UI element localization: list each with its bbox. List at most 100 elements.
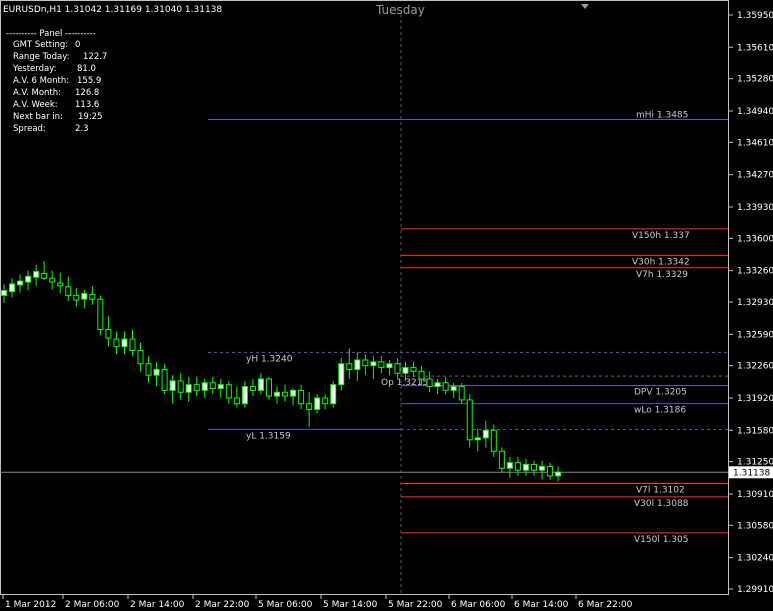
y-tick-label: 1.32590 — [737, 330, 773, 340]
candle-body — [274, 391, 281, 397]
y-tick-label: 1.34270 — [737, 171, 773, 181]
panel-row-yesterday: Yesterday: 81.0 — [13, 64, 96, 74]
candle-body — [161, 368, 168, 391]
candle-body — [306, 403, 313, 410]
candle-body — [330, 384, 337, 405]
candle-body — [555, 471, 562, 477]
panel-value: 155.9 — [77, 76, 102, 86]
candle-body — [185, 384, 192, 393]
panel-title: ---------- Panel ---------- — [6, 29, 96, 39]
x-tick-label: 6 Mar 14:00 — [514, 600, 569, 610]
candle-body — [257, 378, 264, 391]
x-tick-label: 5 Mar 06:00 — [258, 600, 313, 610]
y-tick-label: 1.30240 — [737, 554, 773, 564]
candle-body — [482, 429, 489, 439]
candle-body — [57, 282, 64, 287]
x-tick-label: 2 Mar 06:00 — [65, 600, 120, 610]
candle-body — [530, 464, 537, 471]
candle-body — [241, 386, 248, 405]
x-tick-label: 6 Mar 22:00 — [578, 600, 633, 610]
candle-body — [322, 397, 329, 405]
panel-value: 126.8 — [75, 88, 100, 98]
candle-body — [506, 462, 513, 469]
candle-body — [498, 450, 505, 469]
candle-body — [514, 462, 521, 471]
level-label: DPV 1.3205 — [634, 388, 687, 398]
y-tick-label: 1.29910 — [737, 585, 773, 595]
candle-body — [49, 277, 56, 283]
chart-window[interactable]: 1.35950 1.35610 1.35280 1.34940 1.34610 1.342… — [0, 0, 773, 611]
day-label: Tuesday — [376, 3, 425, 17]
candle-body — [370, 361, 377, 367]
x-tick-label: 5 Mar 14:00 — [323, 600, 378, 610]
candle-body — [490, 429, 497, 452]
candle-body — [121, 338, 128, 348]
candle-body — [97, 298, 104, 331]
candle-body — [193, 384, 200, 391]
candle-body — [362, 359, 369, 367]
current-price-label: 1.31138 — [733, 468, 770, 478]
y-tick-label: 1.31920 — [737, 394, 773, 404]
level-label: mHi 1.3485 — [636, 111, 688, 121]
y-tick-label: 1.31250 — [737, 458, 773, 468]
panel-label: A.V. Week: — [13, 100, 58, 110]
x-tick-label: 6 Mar 06:00 — [451, 600, 506, 610]
panel-label: Yesterday: — [13, 64, 57, 74]
plot-frame — [0, 0, 729, 595]
level-label: V150l 1.305 — [634, 535, 688, 545]
panel-label: GMT Setting: — [13, 40, 69, 50]
panel-value: 2.3 — [75, 124, 89, 134]
candle-body — [17, 280, 24, 286]
y-tick-label: 1.34610 — [737, 138, 773, 148]
level-label: V30h 1.3342 — [632, 257, 690, 267]
level-label: V7l 1.3102 — [636, 486, 685, 496]
level-label: yH 1.3240 — [246, 354, 293, 364]
level-label: yL 1.3159 — [246, 431, 291, 441]
panel-value: 0 — [75, 40, 81, 50]
candle-body — [466, 399, 473, 441]
x-tick-label: 2 Mar 14:00 — [130, 600, 185, 610]
candle-body — [113, 338, 120, 348]
candle-body — [282, 391, 289, 397]
candle-body — [290, 389, 297, 397]
candle-body — [217, 384, 224, 389]
candle-body — [33, 271, 40, 278]
candle-body — [233, 397, 240, 405]
candle-body — [177, 380, 184, 393]
candle-body — [539, 465, 546, 471]
candle-body — [145, 363, 152, 376]
candle-body — [1, 290, 7, 296]
panel-label: Next bar in: — [13, 112, 63, 122]
panel-label: A.V. Month: — [13, 88, 61, 98]
candle-body — [314, 397, 321, 410]
panel-row-spread: Spread: 2.3 — [13, 124, 89, 134]
candle-body — [25, 275, 32, 283]
candle-body — [426, 378, 433, 388]
candle-body — [418, 370, 425, 380]
candle-body — [153, 368, 160, 376]
panel-row-gmt: GMT Setting: 0 — [13, 40, 80, 50]
candle-body — [129, 338, 136, 351]
candle-body — [474, 437, 481, 441]
panel-row-av-week: A.V. Week: 113.6 — [13, 100, 99, 110]
candle-body — [522, 464, 529, 471]
panel-value: 113.6 — [75, 100, 100, 110]
candle-body — [105, 329, 112, 339]
y-tick-label: 1.30580 — [737, 521, 773, 531]
y-tick-label: 1.30910 — [737, 490, 773, 500]
y-tick-label: 1.32260 — [737, 362, 773, 372]
price-chart[interactable]: 1.35950 1.35610 1.35280 1.34940 1.34610 1.342… — [0, 0, 773, 611]
candle-body — [201, 382, 208, 391]
panel-label: Range Today: — [13, 52, 70, 62]
candle-body — [81, 292, 88, 300]
candle-body — [394, 363, 401, 374]
y-tick-label: 1.35280 — [737, 75, 773, 85]
level-label: wLo 1.3186 — [634, 406, 686, 416]
candle-body — [9, 283, 16, 293]
candle-body — [386, 363, 393, 369]
candle-body — [410, 367, 417, 372]
y-tick-label: 1.35950 — [737, 11, 773, 21]
candle-body — [265, 378, 272, 397]
candle-body — [249, 386, 256, 391]
y-tick-label: 1.33600 — [737, 234, 773, 244]
